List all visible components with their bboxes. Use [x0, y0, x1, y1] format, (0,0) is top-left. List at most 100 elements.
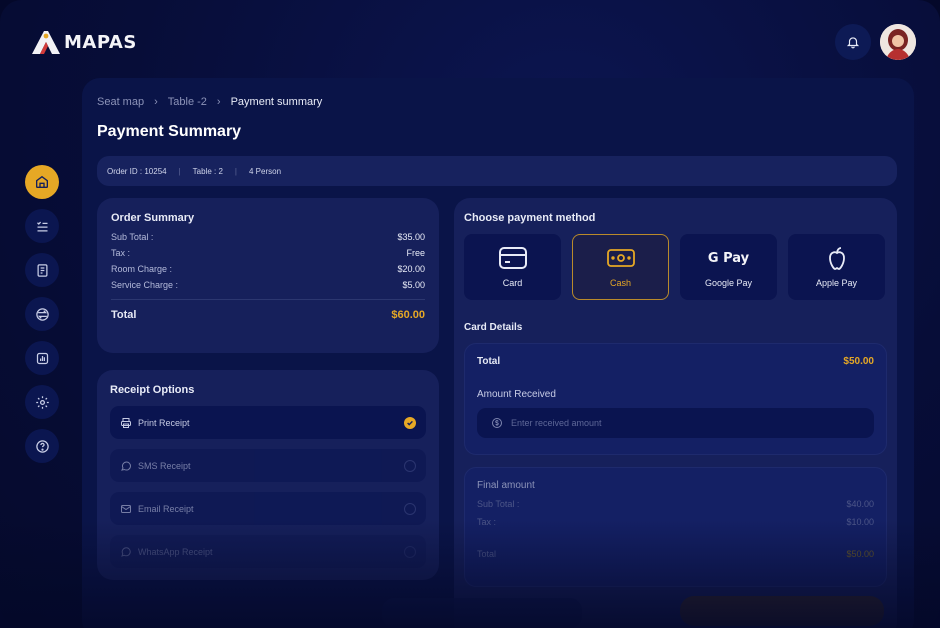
receipt-options-card: Receipt Options Print Receipt SMS Receip…	[97, 370, 439, 580]
sidebar-item-transactions[interactable]	[25, 297, 59, 331]
summary-value: Free	[406, 248, 425, 258]
chevron-right-icon: ›	[154, 96, 158, 108]
final-total-row: Total $50.00	[477, 549, 874, 559]
primary-action-button[interactable]	[680, 596, 884, 626]
mail-icon	[121, 504, 131, 513]
user-avatar-icon	[880, 24, 916, 60]
summary-row: Tax : Free	[111, 248, 425, 258]
check-icon	[404, 416, 416, 429]
payment-method-title: Choose payment method	[464, 212, 596, 224]
radio-icon	[404, 502, 416, 515]
printer-icon	[121, 417, 131, 428]
app-logo[interactable]: MAPAS	[30, 28, 137, 56]
app-name: MAPAS	[64, 31, 137, 53]
payment-method-label: Cash	[609, 278, 631, 288]
payment-method-label: Card	[502, 278, 523, 288]
order-summary-card: Order Summary Sub Total : $35.00 Tax : F…	[97, 198, 439, 353]
dollar-icon	[492, 418, 502, 428]
receipt-option-print[interactable]: Print Receipt	[110, 406, 426, 439]
final-value: $40.00	[846, 499, 874, 509]
sidebar-item-help[interactable]	[25, 429, 59, 463]
final-amount-box: Final amount Sub Total : $40.00 Tax : $1…	[464, 467, 887, 587]
receipt-option-label: Print Receipt	[138, 417, 190, 428]
final-value: $10.00	[846, 517, 874, 527]
order-id: Order ID : 10254	[107, 166, 167, 176]
divider: |	[234, 166, 237, 176]
receipt-option-label: WhatsApp Receipt	[138, 546, 213, 557]
summary-total-row: Total $60.00	[111, 309, 425, 321]
google-pay-icon: G Pay	[708, 246, 749, 270]
summary-row: Room Charge : $20.00	[111, 264, 425, 274]
app-frame: MAPAS Seat map › Table -2 › Payment summ…	[0, 0, 940, 628]
order-summary-title: Order Summary	[111, 212, 195, 224]
page-title: Payment Summary	[97, 123, 242, 140]
bell-icon	[846, 37, 860, 49]
final-row: Sub Total : $40.00	[477, 499, 874, 509]
breadcrumb: Seat map › Table -2 › Payment summary	[97, 96, 322, 108]
order-persons: 4 Person	[249, 166, 282, 176]
apple-icon	[828, 247, 845, 270]
order-info-bar: Order ID : 10254 | Table : 2 | 4 Person	[97, 156, 897, 186]
receipt-option-email[interactable]: Email Receipt	[110, 492, 426, 525]
amount-received-input[interactable]	[511, 418, 811, 428]
summary-label: Sub Total :	[111, 232, 154, 242]
google-pay-logo: G Pay	[707, 250, 750, 266]
radio-icon	[404, 545, 416, 558]
summary-value: $5.00	[402, 280, 425, 290]
secondary-action-button[interactable]	[382, 598, 582, 628]
dashboard-icon	[36, 175, 48, 188]
final-row: Tax : $10.00	[477, 517, 874, 527]
sidebar-item-dashboard[interactable]	[25, 165, 59, 199]
credit-card-icon	[498, 247, 527, 269]
summary-total-value: $60.00	[391, 309, 425, 321]
summary-value: $20.00	[397, 264, 425, 274]
main-panel: Seat map › Table -2 › Payment summary Pa…	[82, 78, 914, 628]
payment-method-apple-pay[interactable]: Apple Pay	[788, 234, 885, 300]
settings-icon	[35, 395, 49, 409]
radio-icon	[404, 459, 416, 472]
breadcrumb-seat-map[interactable]: Seat map	[97, 96, 144, 108]
avatar[interactable]	[880, 24, 916, 60]
card-details-title: Card Details	[464, 322, 523, 333]
whatsapp-icon	[121, 546, 131, 557]
summary-label: Room Charge :	[111, 264, 173, 274]
order-table: Table : 2	[192, 166, 223, 176]
payment-method-google-pay[interactable]: G Pay Google Pay	[680, 234, 777, 300]
sidebar-item-settings[interactable]	[25, 385, 59, 419]
details-total-value: $50.00	[843, 356, 874, 367]
summary-label: Service Charge :	[111, 280, 179, 290]
summary-row: Service Charge : $5.00	[111, 280, 425, 290]
receipt-option-sms[interactable]: SMS Receipt	[110, 449, 426, 482]
payment-method-card[interactable]: Card	[464, 234, 561, 300]
summary-label: Tax :	[111, 248, 131, 258]
payment-method-label: Google Pay	[704, 278, 753, 288]
receipt-options-title: Receipt Options	[110, 384, 195, 396]
receipt-option-whatsapp[interactable]: WhatsApp Receipt	[110, 535, 426, 568]
amount-received-field[interactable]	[477, 408, 874, 438]
payment-method-cash[interactable]: Cash	[572, 234, 669, 300]
orders-icon	[37, 263, 47, 277]
cash-icon	[606, 249, 635, 267]
final-amount-title: Final amount	[477, 480, 535, 491]
notifications-button[interactable]	[835, 24, 871, 60]
sidebar-item-reports[interactable]	[25, 341, 59, 375]
breadcrumb-current: Payment summary	[230, 96, 323, 108]
swap-icon	[35, 307, 49, 321]
breadcrumb-table[interactable]: Table -2	[168, 96, 207, 108]
chat-icon	[121, 461, 131, 471]
receipt-option-label: Email Receipt	[138, 503, 194, 514]
sidebar	[25, 165, 61, 473]
sidebar-item-list[interactable]	[25, 209, 59, 243]
final-label: Tax :	[477, 517, 497, 527]
list-icon	[36, 221, 47, 231]
payment-method-list: Card Cash G Pay Google Pay Apple Pay	[464, 234, 887, 300]
order-summary-rows: Sub Total : $35.00 Tax : Free Room Charg…	[111, 232, 425, 290]
summary-row: Sub Total : $35.00	[111, 232, 425, 242]
final-total-value: $50.00	[846, 549, 874, 559]
chevron-right-icon: ›	[216, 96, 221, 108]
logo-mark-icon	[32, 31, 60, 54]
final-total-label: Total	[477, 549, 497, 559]
sidebar-item-orders[interactable]	[25, 253, 59, 287]
summary-value: $35.00	[397, 232, 425, 242]
payment-method-label: Apple Pay	[815, 278, 858, 288]
